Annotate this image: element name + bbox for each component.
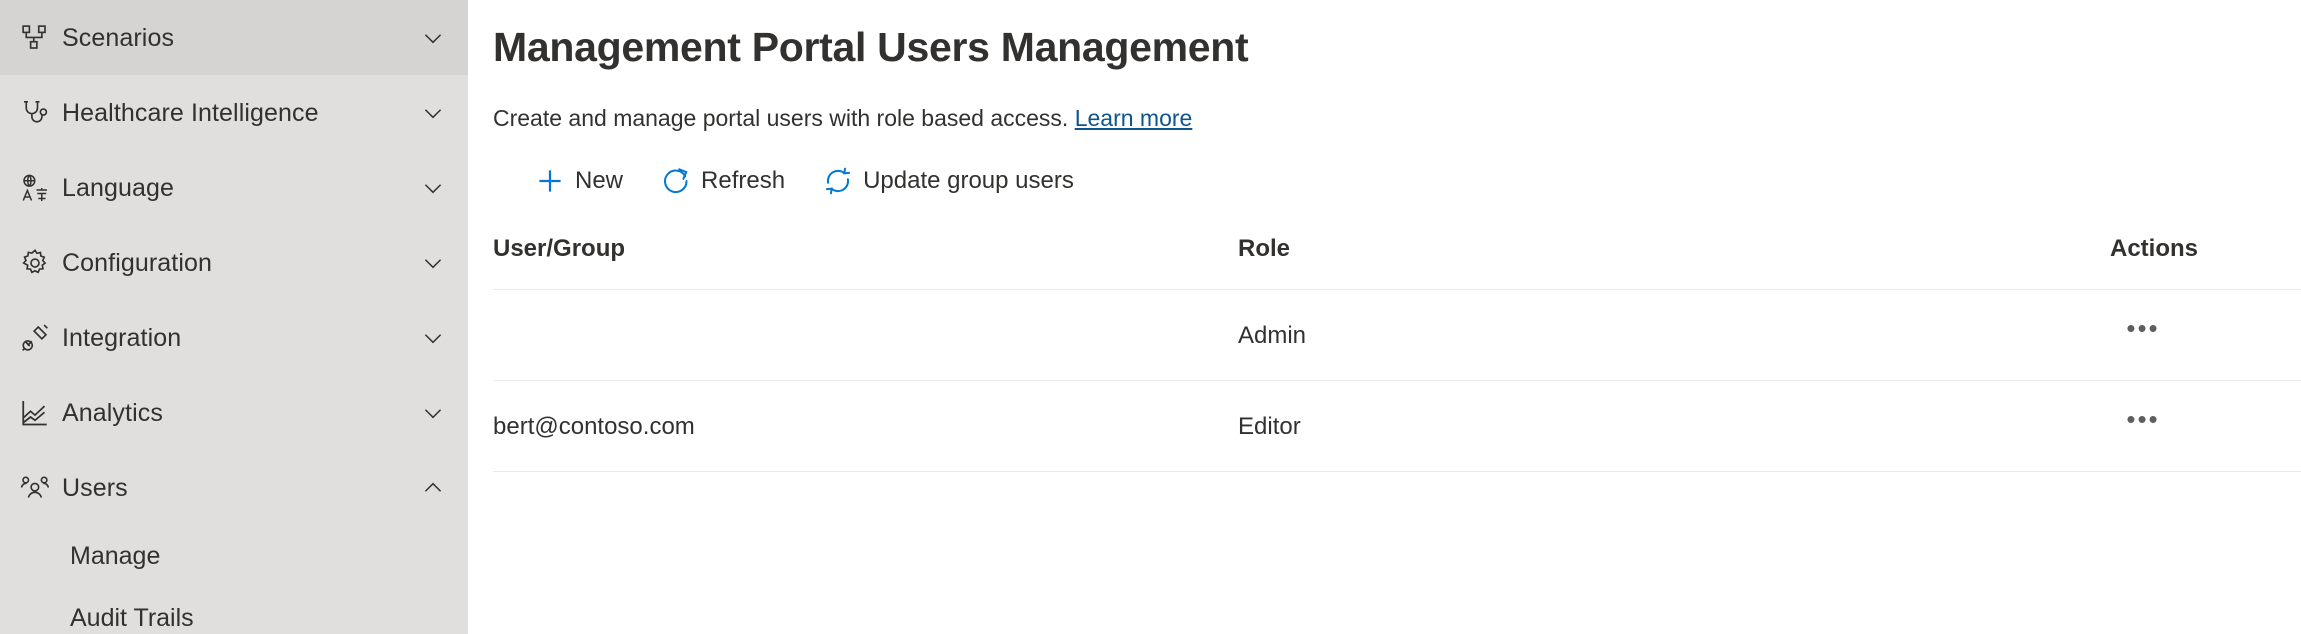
stethoscope-icon bbox=[8, 98, 62, 128]
line-chart-icon bbox=[8, 398, 62, 428]
sidebar-item-configuration[interactable]: Configuration bbox=[0, 225, 468, 300]
users-table-body: Admin ••• bert@contoso.com Editor ••• bbox=[493, 289, 2301, 472]
cell-role: Editor bbox=[1238, 380, 2048, 472]
command-bar: New Refresh Update group users bbox=[493, 154, 2301, 208]
page-title: Management Portal Users Management bbox=[493, 24, 1249, 70]
sidebar-item-label: Integration bbox=[62, 323, 182, 352]
users-table-head: User/Group Role Actions bbox=[493, 234, 2301, 290]
column-header-actions: Actions bbox=[2110, 235, 2199, 262]
sidebar-subitem-manage[interactable]: Manage bbox=[0, 525, 468, 587]
row-more-actions-button[interactable]: ••• bbox=[2120, 315, 2166, 355]
plus-icon bbox=[533, 164, 567, 198]
sidebar-item-label: Analytics bbox=[62, 398, 163, 427]
chevron-down-icon[interactable] bbox=[398, 25, 468, 51]
users-table: User/Group Role Actions Admin ••• bert@c… bbox=[493, 234, 2301, 472]
sidebar-navigation: Scenarios Healthcare Intelligence Langua… bbox=[0, 0, 468, 634]
chevron-down-icon[interactable] bbox=[398, 400, 468, 426]
refresh-button[interactable]: Refresh bbox=[645, 154, 799, 208]
refresh-button-label: Refresh bbox=[701, 167, 786, 194]
main-content: Management Portal Users Management Creat… bbox=[468, 0, 2301, 634]
sidebar-item-label: Scenarios bbox=[62, 23, 175, 52]
table-header-row: User/Group Role Actions bbox=[493, 234, 2301, 290]
sidebar-subitem-audit-trails[interactable]: Audit Trails bbox=[0, 587, 468, 634]
new-button-label: New bbox=[575, 167, 624, 194]
sidebar-item-language[interactable]: Language bbox=[0, 150, 468, 225]
column-header-role[interactable]: Role bbox=[1238, 234, 2048, 290]
sidebar-item-label: Configuration bbox=[62, 248, 213, 277]
sidebar-item-label: Users bbox=[62, 473, 128, 502]
sidebar-item-label: Language bbox=[62, 173, 175, 202]
new-button[interactable]: New bbox=[519, 154, 637, 208]
cell-user-group: bert@contoso.com bbox=[493, 380, 1238, 472]
page-description-text: Create and manage portal users with role… bbox=[493, 105, 1069, 131]
chevron-up-icon[interactable] bbox=[398, 475, 468, 501]
sidebar-item-analytics[interactable]: Analytics bbox=[0, 375, 468, 450]
learn-more-link[interactable]: Learn more bbox=[1075, 105, 1193, 131]
page-description: Create and manage portal users with role… bbox=[493, 72, 2301, 132]
chevron-down-icon[interactable] bbox=[398, 250, 468, 276]
app-root: Scenarios Healthcare Intelligence Langua… bbox=[0, 0, 2301, 634]
chevron-down-icon[interactable] bbox=[398, 100, 468, 126]
sidebar-item-label: Healthcare Intelligence bbox=[62, 98, 319, 127]
language-icon bbox=[8, 173, 62, 203]
refresh-icon bbox=[659, 164, 693, 198]
cell-user-group bbox=[493, 289, 1238, 381]
row-more-actions-button[interactable]: ••• bbox=[2120, 406, 2166, 446]
sidebar-item-users[interactable]: Users bbox=[0, 450, 468, 525]
sidebar-item-scenarios[interactable]: Scenarios bbox=[0, 0, 468, 75]
cell-actions: ••• bbox=[2048, 380, 2301, 472]
chevron-down-icon[interactable] bbox=[398, 325, 468, 351]
sidebar-subitem-label: Audit Trails bbox=[70, 604, 194, 632]
users-table-container: User/Group Role Actions Admin ••• bert@c… bbox=[493, 234, 2301, 472]
table-row[interactable]: bert@contoso.com Editor ••• bbox=[493, 380, 2301, 472]
hierarchy-icon bbox=[8, 23, 62, 53]
gear-icon bbox=[8, 248, 62, 278]
sidebar-nav-list: Scenarios Healthcare Intelligence Langua… bbox=[0, 0, 468, 634]
update-group-users-button-label: Update group users bbox=[863, 167, 1074, 194]
sidebar-item-healthcare-intelligence[interactable]: Healthcare Intelligence bbox=[0, 75, 468, 150]
sync-users-icon bbox=[821, 164, 855, 198]
chevron-down-icon[interactable] bbox=[398, 175, 468, 201]
sidebar-subitem-label: Manage bbox=[70, 542, 161, 570]
table-row[interactable]: Admin ••• bbox=[493, 289, 2301, 381]
cell-actions: ••• bbox=[2048, 289, 2301, 381]
people-group-icon bbox=[8, 473, 62, 503]
plug-connect-icon bbox=[8, 323, 62, 353]
sidebar-item-integration[interactable]: Integration bbox=[0, 300, 468, 375]
cell-role: Admin bbox=[1238, 289, 2048, 381]
update-group-users-button[interactable]: Update group users bbox=[807, 154, 1088, 208]
column-header-user-group[interactable]: User/Group bbox=[493, 234, 1238, 290]
